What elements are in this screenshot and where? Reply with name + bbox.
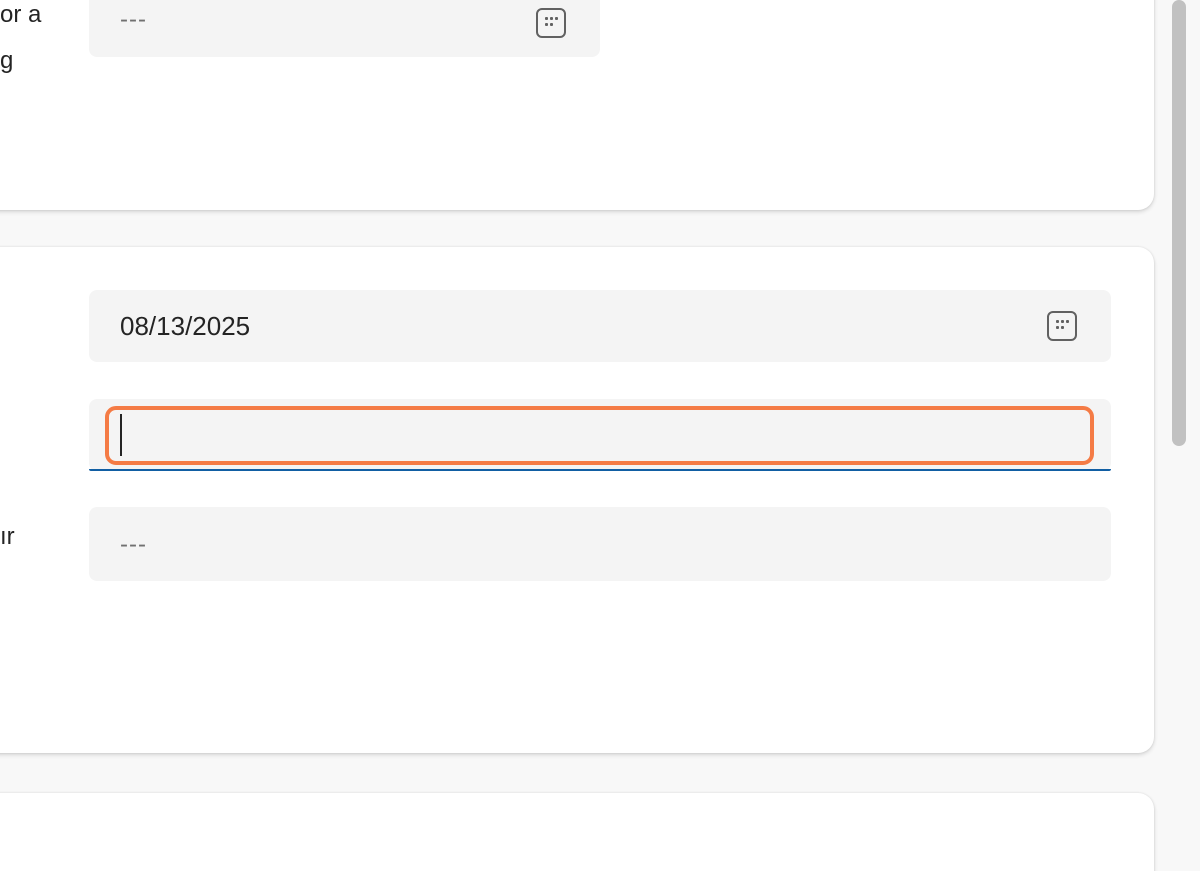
date-field-value: 08/13/2025 bbox=[120, 311, 251, 341]
field-label-fragment: ır bbox=[0, 523, 15, 550]
date-picker-field[interactable]: --- bbox=[89, 0, 600, 57]
date-picker-field[interactable]: 08/13/2025 bbox=[89, 290, 1111, 362]
scrollbar-thumb[interactable] bbox=[1172, 0, 1186, 446]
text-cursor bbox=[120, 414, 122, 456]
field-label-fragment: or a bbox=[0, 1, 42, 28]
text-field-placeholder: --- bbox=[120, 531, 147, 558]
calendar-icon[interactable] bbox=[536, 8, 566, 38]
text-input-field[interactable]: --- bbox=[89, 507, 1111, 581]
field-label-fragment: g bbox=[0, 47, 14, 74]
form-section-card bbox=[0, 793, 1154, 871]
calendar-icon[interactable] bbox=[1047, 311, 1077, 341]
form-viewport: or a g --- 08/13/2025 ır --- bbox=[0, 0, 1200, 871]
focus-underline bbox=[89, 469, 1111, 471]
date-field-placeholder: --- bbox=[120, 6, 147, 33]
text-input-field[interactable] bbox=[89, 399, 1111, 471]
